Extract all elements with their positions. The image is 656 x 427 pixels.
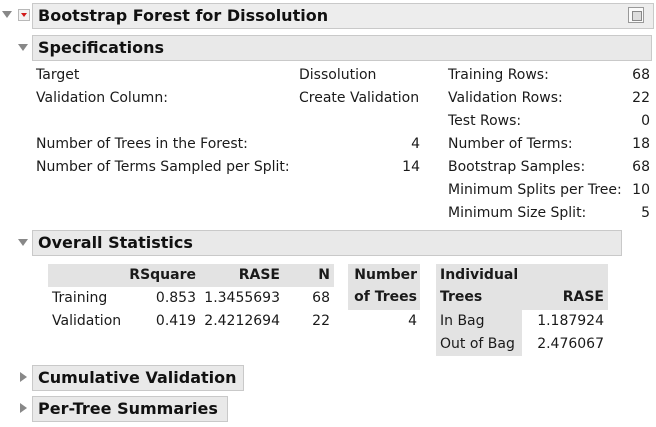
cumulative-validation-title: Cumulative Validation — [38, 368, 237, 387]
spec-right-label: Minimum Splits per Tree: — [448, 182, 622, 198]
red-triangle-menu-icon[interactable] — [18, 9, 30, 21]
spec-right-value: 18 — [632, 136, 650, 152]
specifications-header[interactable]: Specifications — [32, 35, 652, 61]
indiv-row-value: 2.476067 — [537, 336, 604, 352]
terms-sampled-label: Number of Terms Sampled per Split: — [36, 159, 290, 175]
fit-row-rase: 1.3455693 — [204, 290, 280, 306]
number-of-trees-header: Number — [354, 267, 417, 283]
spec-right-value: 5 — [641, 205, 650, 221]
rase-header: RASE — [238, 267, 280, 283]
spec-right-value: 0 — [641, 113, 650, 129]
spec-right-label: Training Rows: — [448, 67, 549, 83]
trees-in-forest-label: Number of Trees in the Forest: — [36, 136, 248, 152]
per-tree-summaries-title: Per-Tree Summaries — [38, 399, 218, 418]
individual-trees-header: Individual — [440, 267, 519, 283]
fit-row-rsquare: 0.853 — [155, 290, 196, 306]
fit-row-n: 68 — [312, 290, 330, 306]
report-title: Bootstrap Forest for Dissolution — [38, 6, 329, 25]
fit-row-n: 22 — [312, 313, 330, 329]
disclosure-open-icon[interactable] — [18, 239, 28, 246]
spec-right-label: Validation Rows: — [448, 90, 563, 106]
indiv-row-value: 1.187924 — [537, 313, 604, 329]
spec-right-label: Number of Terms: — [448, 136, 573, 152]
disclosure-closed-icon[interactable] — [20, 403, 27, 413]
trees-in-forest-value: 4 — [411, 136, 420, 152]
rsquare-header: RSquare — [129, 267, 196, 283]
report-header: Bootstrap Forest for Dissolution — [32, 3, 654, 29]
disclosure-closed-icon[interactable] — [20, 372, 27, 382]
fit-row-rsquare: 0.419 — [155, 313, 196, 329]
individual-trees-header: Trees — [440, 289, 483, 305]
pin-icon[interactable] — [628, 7, 644, 23]
spec-right-label: Test Rows: — [448, 113, 522, 129]
cumulative-validation-header[interactable]: Cumulative Validation — [32, 365, 244, 391]
indiv-rase-header: RASE — [562, 289, 604, 305]
number-of-trees-header: of Trees — [354, 289, 417, 305]
specifications-title: Specifications — [38, 38, 164, 57]
fit-row-label: Training — [52, 290, 108, 306]
spec-right-value: 68 — [632, 67, 650, 83]
validation-column-label: Validation Column: — [36, 90, 168, 106]
spec-right-label: Minimum Size Split: — [448, 205, 587, 221]
target-label: Target — [36, 67, 80, 83]
spec-right-value: 10 — [632, 182, 650, 198]
indiv-row-label: In Bag — [440, 313, 485, 329]
fit-row-rase: 2.4212694 — [204, 313, 280, 329]
overall-statistics-title: Overall Statistics — [38, 233, 193, 252]
number-of-trees-value: 4 — [408, 313, 417, 329]
terms-sampled-value: 14 — [402, 159, 420, 175]
indiv-row-label: Out of Bag — [440, 336, 515, 352]
disclosure-open-icon[interactable] — [2, 11, 12, 18]
target-value: Dissolution — [299, 67, 377, 83]
validation-column-value: Create Validation — [299, 90, 420, 106]
disclosure-open-icon[interactable] — [18, 44, 28, 51]
fit-row-label: Validation — [52, 313, 122, 329]
spec-right-value: 68 — [632, 159, 650, 175]
n-header: N — [318, 267, 330, 283]
overall-statistics-header[interactable]: Overall Statistics — [32, 230, 622, 256]
spec-right-label: Bootstrap Samples: — [448, 159, 586, 175]
spec-right-value: 22 — [632, 90, 650, 106]
per-tree-summaries-header[interactable]: Per-Tree Summaries — [32, 396, 228, 422]
